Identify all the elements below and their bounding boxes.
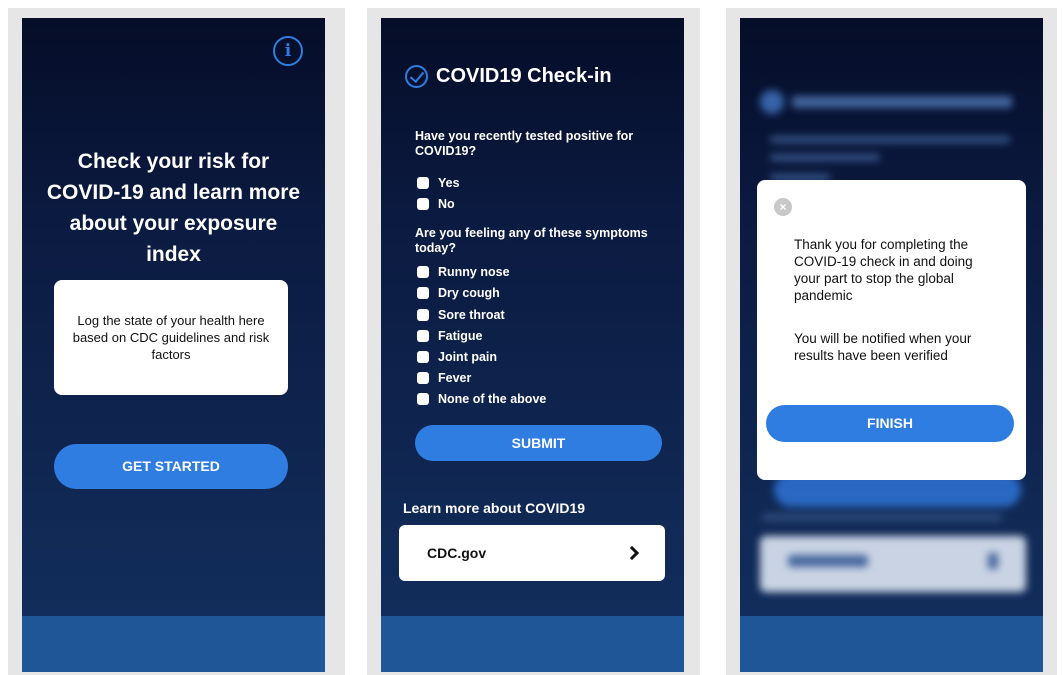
intro-card: Log the state of your health here based …	[54, 280, 288, 395]
submit-button[interactable]: SUBMIT	[415, 425, 662, 461]
get-started-button[interactable]: GET STARTED	[54, 444, 288, 489]
blurred-question	[770, 154, 880, 161]
checkbox[interactable]	[417, 177, 429, 189]
check-circle-icon	[405, 65, 428, 88]
welcome-headline: Check your risk for COVID-19 and learn m…	[46, 150, 301, 266]
option-label: Dry cough	[438, 286, 500, 300]
checkbox[interactable]	[417, 393, 429, 405]
learn-more-label: Learn more about COVID19	[403, 500, 586, 516]
question-symptoms: Are you feeling any of these symptoms to…	[415, 226, 648, 255]
modal-message-notify: You will be notified when your results h…	[794, 331, 972, 363]
blurred-question	[770, 136, 1010, 143]
blurred-card-text	[788, 555, 868, 567]
option-joint-pain[interactable]: Joint pain	[417, 350, 497, 364]
option-label: No	[438, 197, 455, 211]
checkbox[interactable]	[417, 198, 429, 210]
check-in-screen: COVID19 Check-in Have you recently teste…	[381, 18, 684, 672]
option-fever[interactable]: Fever	[417, 371, 471, 385]
option-label: Fatigue	[438, 329, 483, 343]
option-label: Fever	[438, 371, 472, 385]
option-label: None of the above	[438, 392, 547, 406]
option-label: Joint pain	[438, 350, 498, 364]
option-dry-cough[interactable]: Dry cough	[417, 286, 500, 300]
check-circle-icon	[760, 90, 784, 114]
checkbox[interactable]	[417, 372, 429, 384]
checkbox[interactable]	[417, 330, 429, 342]
cdc-link-label: CDC.gov	[427, 545, 487, 561]
checkbox[interactable]	[417, 266, 429, 278]
option-fatigue[interactable]: Fatigue	[417, 329, 482, 343]
cdc-link-card[interactable]: CDC.gov	[399, 525, 665, 581]
option-no[interactable]: No	[417, 197, 455, 211]
checkbox[interactable]	[417, 287, 429, 299]
option-none[interactable]: None of the above	[417, 392, 546, 406]
blurred-title	[792, 96, 1012, 108]
option-sore-throat[interactable]: Sore throat	[417, 308, 505, 322]
completion-modal: × Thank you for completing the COVID-19 …	[757, 180, 1026, 480]
check-in-header: COVID19 Check-in	[405, 65, 612, 88]
page-title: COVID19 Check-in	[436, 65, 612, 87]
finish-button[interactable]: FINISH	[766, 405, 1014, 442]
bottom-bar	[22, 616, 325, 672]
blurred-card-chevron	[988, 553, 998, 569]
option-label: Yes	[438, 176, 460, 190]
welcome-screen: i Check your risk for COVID-19 and learn…	[22, 18, 325, 672]
confirmation-screen: × Thank you for completing the COVID-19 …	[740, 18, 1043, 672]
info-icon[interactable]: i	[273, 36, 303, 66]
option-runny-nose[interactable]: Runny nose	[417, 265, 510, 279]
option-label: Sore throat	[438, 308, 505, 322]
bottom-bar	[740, 616, 1043, 672]
close-icon[interactable]: ×	[774, 198, 792, 216]
intro-card-text: Log the state of your health here based …	[72, 313, 270, 362]
question-tested-positive: Have you recently tested positive for CO…	[415, 129, 634, 158]
option-label: Runny nose	[438, 265, 510, 279]
checkbox[interactable]	[417, 309, 429, 321]
chevron-right-icon	[624, 545, 640, 561]
bottom-bar	[381, 616, 684, 672]
option-yes[interactable]: Yes	[417, 176, 460, 190]
checkbox[interactable]	[417, 351, 429, 363]
blurred-learn-more	[762, 513, 1002, 522]
modal-message-thanks: Thank you for completing the COVID-19 ch…	[794, 237, 973, 303]
